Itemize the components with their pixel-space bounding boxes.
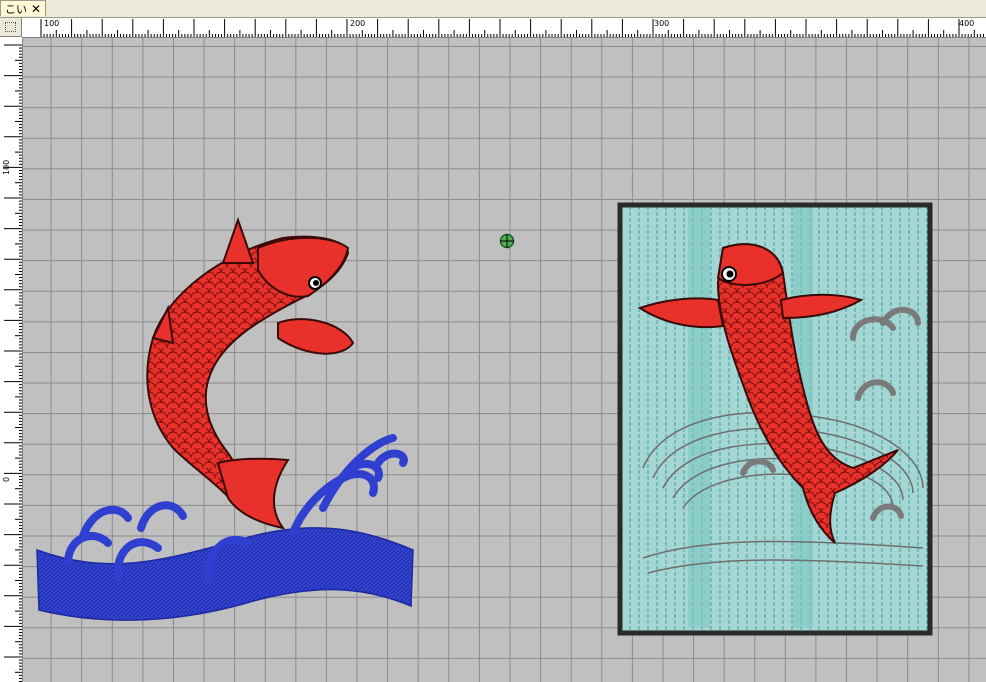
design-canvas[interactable] [23, 38, 986, 682]
document-tab[interactable]: こい ✕ [0, 0, 47, 16]
ruler-corner[interactable] [0, 18, 22, 37]
ruler-label-200: 200 [350, 19, 366, 28]
horizontal-ruler-ticks [40, 19, 984, 37]
ruler-corner-icon [5, 22, 16, 32]
leaping-koi-design[interactable] [36, 216, 414, 621]
ruler-label-100: 100 [44, 19, 60, 28]
vertical-ruler: 100 0 [0, 37, 23, 682]
document-tab-label: こい [5, 2, 27, 16]
ruler-label-300: 300 [654, 19, 670, 28]
close-tab-icon[interactable]: ✕ [31, 3, 41, 15]
framed-koi-design[interactable] [617, 202, 933, 636]
design-artwork [36, 202, 933, 636]
ruler-label-400: 400 [959, 19, 975, 28]
left-koi-tail [216, 457, 290, 530]
vertical-ruler-ticks [4, 44, 22, 682]
document-tab-bar: こい ✕ [0, 0, 986, 18]
crosshair-target-icon[interactable] [499, 233, 515, 249]
horizontal-ruler: 100 200 300 400 [22, 18, 986, 38]
